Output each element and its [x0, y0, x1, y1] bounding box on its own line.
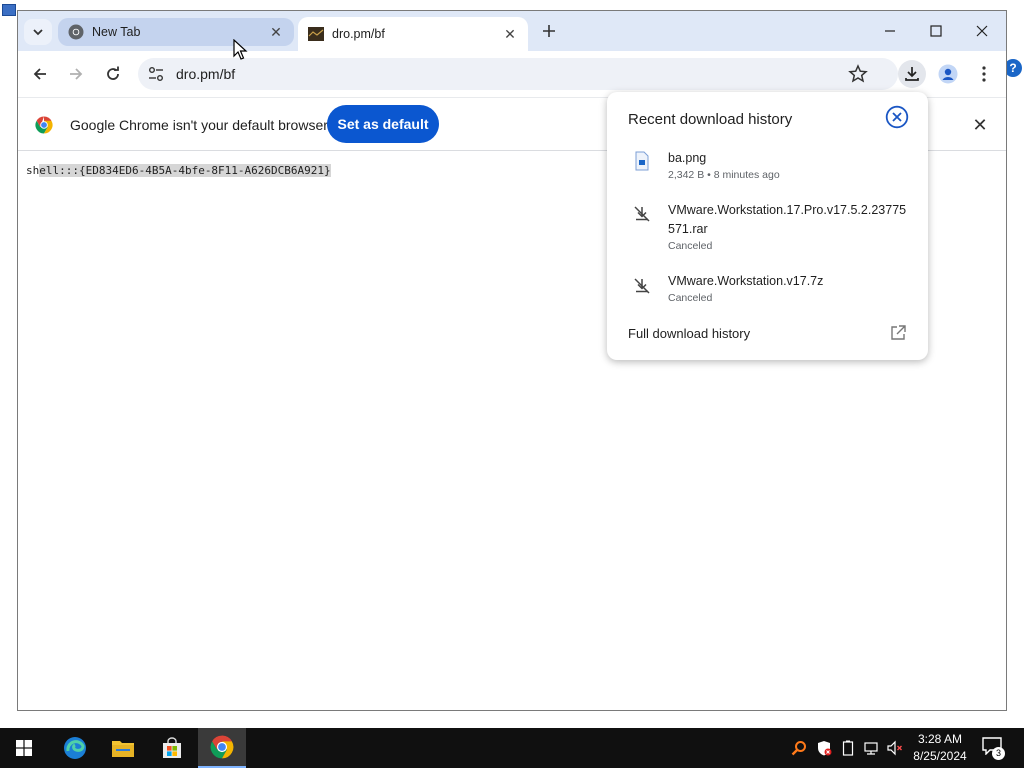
speaker-muted-icon [887, 740, 902, 756]
magnifier-icon [791, 741, 806, 756]
clock-date: 8/25/2024 [913, 749, 967, 763]
download-panel-title: Recent download history [628, 111, 793, 128]
taskbar-edge[interactable] [51, 728, 99, 768]
taskbar-chrome[interactable] [198, 728, 246, 768]
site-favicon [308, 27, 324, 41]
minimize-icon [885, 30, 895, 32]
profile-button[interactable] [934, 60, 962, 88]
edge-icon [64, 737, 86, 759]
shield-warning-icon [818, 741, 832, 756]
text-unselected: sh [26, 164, 40, 177]
full-download-history-link[interactable]: Full download history [628, 326, 750, 341]
new-tab-button[interactable] [538, 21, 560, 43]
tray-network-icon[interactable] [862, 739, 880, 757]
tab-title: dro.pm/bf [332, 27, 385, 41]
taskbar-microsoft-store[interactable] [148, 728, 196, 768]
download-filename: VMware.Workstation.17.Pro.v17.5.2.237755… [668, 203, 907, 236]
forward-button[interactable] [64, 62, 88, 86]
download-icon [905, 67, 919, 81]
chevron-down-icon [33, 29, 43, 36]
maximize-button[interactable] [916, 19, 956, 43]
windows-logo-icon [16, 740, 32, 756]
file-explorer-icon [112, 741, 134, 757]
open-external-icon[interactable] [889, 324, 907, 342]
infobar-message: Google Chrome isn't your default browser [70, 117, 328, 133]
download-status: Canceled [668, 240, 713, 252]
tab-close-icon[interactable]: ✕ [268, 24, 284, 40]
address-bar[interactable]: dro.pm/bf [138, 58, 898, 90]
set-as-default-button[interactable]: Set as default [327, 105, 439, 143]
taskbar: 3:28 AM 8/25/2024 3 [0, 728, 1024, 768]
tab-new-tab[interactable]: New Tab ✕ [58, 18, 294, 46]
bookmark-star-icon[interactable] [848, 64, 868, 84]
tray-security-icon[interactable] [815, 739, 833, 757]
close-icon [976, 25, 988, 37]
desktop-app-icon[interactable] [2, 4, 16, 16]
tab-close-icon[interactable]: ✕ [502, 26, 518, 42]
tab-dro-pm[interactable]: dro.pm/bf ✕ [298, 17, 528, 51]
reload-button[interactable] [101, 62, 125, 86]
tab-strip: New Tab ✕ dro.pm/bf ✕ [18, 11, 1006, 51]
chrome-icon [210, 735, 234, 759]
chrome-icon [68, 24, 84, 40]
arrow-left-icon [33, 68, 46, 80]
download-cancelled-icon [634, 206, 650, 222]
clock-time: 3:28 AM [917, 732, 963, 746]
downloads-button[interactable] [898, 60, 926, 88]
mouse-cursor-icon [233, 39, 248, 60]
menu-button[interactable] [970, 60, 998, 88]
tray-search-icon[interactable] [790, 739, 808, 757]
minimize-button[interactable] [870, 19, 910, 43]
download-history-panel: Recent download history ba.png 2,342 B •… [607, 92, 928, 360]
battery-icon [842, 740, 854, 756]
page-text: shell:::{ED834ED6-4B5A-4bfe-8F11-A626DCB… [26, 164, 331, 177]
tab-search-button[interactable] [24, 19, 52, 45]
maximize-icon [930, 25, 942, 37]
taskbar-clock[interactable]: 3:28 AM 8/25/2024 [908, 731, 972, 765]
download-filename: VMware.Workstation.v17.7z [668, 274, 824, 288]
taskbar-file-explorer[interactable] [99, 728, 147, 768]
microsoft-store-icon [163, 737, 181, 758]
infobar-close-icon[interactable]: ✕ [970, 115, 990, 135]
download-status: 2,342 B • 8 minutes ago [668, 169, 780, 181]
network-icon [864, 742, 878, 755]
close-window-button[interactable] [962, 19, 1002, 43]
chrome-logo-icon [35, 116, 53, 134]
site-info-icon[interactable] [148, 66, 164, 82]
toolbar: dro.pm/bf [18, 51, 1006, 97]
plus-icon [543, 25, 555, 37]
download-cancelled-icon [634, 278, 650, 294]
text-selection: ell:::{ED834ED6-4B5A-4bfe-8F11-A626DCB6A… [39, 164, 331, 177]
profile-avatar-icon [938, 64, 958, 84]
notification-count-badge: 3 [992, 747, 1005, 760]
start-button[interactable] [0, 728, 48, 768]
back-button[interactable] [28, 62, 52, 86]
download-filename: ba.png [668, 151, 707, 165]
image-file-icon [635, 151, 649, 171]
url-text[interactable]: dro.pm/bf [176, 66, 235, 82]
tray-volume-icon[interactable] [886, 739, 904, 757]
close-circle-icon[interactable] [885, 105, 909, 129]
reload-icon [107, 66, 119, 80]
action-center-button[interactable]: 3 [982, 737, 1008, 760]
arrow-right-icon [70, 68, 83, 80]
download-status: Canceled [668, 292, 713, 304]
more-vert-icon [982, 66, 986, 82]
tray-device-icon[interactable] [839, 739, 857, 757]
background-window-edge [1006, 16, 1024, 606]
tab-title: New Tab [92, 25, 141, 39]
